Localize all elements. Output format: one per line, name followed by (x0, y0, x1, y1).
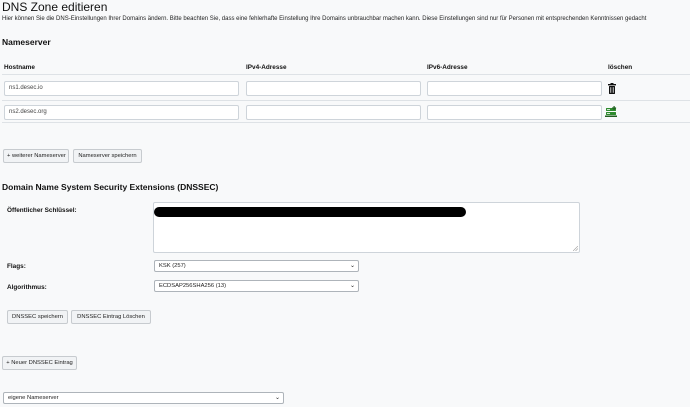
algorithm-select-value: ECDSAP256SHA256 (13) (159, 283, 227, 289)
col-delete: löschen (608, 64, 633, 71)
flags-select[interactable]: KSK (257) ⌄ (154, 260, 359, 272)
nameserver-mode-value: eigene Nameserver (8, 395, 59, 401)
row-divider (2, 122, 690, 123)
flags-select-value: KSK (257) (159, 263, 186, 269)
row-divider (2, 100, 690, 101)
delete-dnssec-button[interactable]: DNSSEC Eintrag Löschen (71, 310, 151, 324)
trash-icon[interactable] (607, 81, 617, 94)
chevron-down-icon: ⌄ (349, 283, 355, 289)
col-hostname: Hostname (4, 64, 35, 71)
add-nameserver-button[interactable]: + weiterer Nameserver (3, 149, 69, 163)
nameserver-mode-select[interactable]: eigene Nameserver ⌄ (3, 392, 284, 404)
chevron-down-icon: ⌄ (349, 263, 355, 269)
nameserver-heading: Nameserver (2, 37, 51, 47)
public-key-textarea[interactable] (153, 202, 580, 253)
new-dnssec-button[interactable]: + Neuer DNSSEC Eintrag (2, 356, 77, 370)
page-title: DNS Zone editieren (2, 0, 108, 14)
col-ipv6: IPv6-Adresse (427, 64, 468, 71)
table-divider (2, 74, 690, 75)
resize-grip-icon[interactable] (573, 246, 578, 251)
hostname-input[interactable]: ns2.desec.org (4, 105, 239, 120)
add-server-icon[interactable] (605, 105, 617, 117)
dnssec-heading: Domain Name System Security Extensions (… (2, 182, 219, 192)
algorithm-select[interactable]: ECDSAP256SHA256 (13) ⌄ (154, 280, 359, 292)
ipv6-input[interactable] (427, 105, 602, 120)
save-nameserver-button[interactable]: Nameserver speichern (73, 149, 142, 163)
intro-text: Hier können Sie die DNS-Einstellungen Ih… (2, 16, 647, 22)
save-dnssec-button[interactable]: DNSSEC speichern (7, 310, 68, 324)
chevron-down-icon: ⌄ (274, 395, 280, 401)
flags-label: Flags: (7, 263, 26, 270)
public-key-label: Öffentlicher Schlüssel: (7, 207, 77, 214)
col-ipv4: IPv4-Adresse (246, 64, 287, 71)
redacted-key-bar (154, 207, 466, 217)
hostname-input[interactable]: ns1.desec.io (4, 81, 239, 96)
ipv6-input[interactable] (427, 81, 602, 96)
algorithm-label: Algorithmus: (7, 284, 47, 291)
ipv4-input[interactable] (246, 105, 421, 120)
ipv4-input[interactable] (246, 81, 421, 96)
